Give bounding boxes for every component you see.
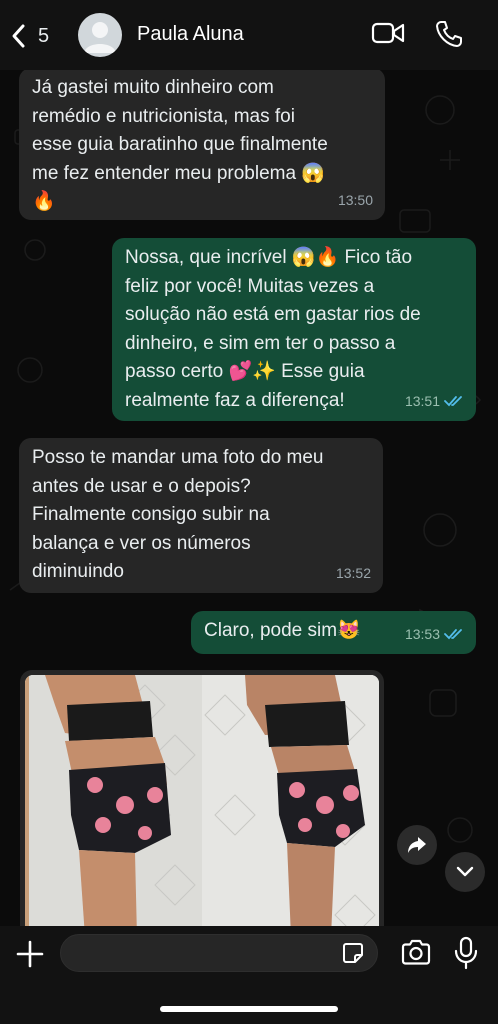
message-text: Posso te mandar uma foto do meu antes de… [32, 447, 324, 582]
avatar[interactable] [78, 13, 122, 57]
camera-icon[interactable] [400, 938, 432, 968]
forward-button[interactable] [397, 825, 437, 865]
outgoing-message[interactable]: Nossa, que incrível 😱🔥 Fico tão feliz po… [112, 238, 476, 421]
microphone-icon[interactable] [452, 936, 480, 970]
message-time: 13:50 [337, 191, 373, 208]
back-button[interactable]: 5 [8, 18, 68, 54]
message-input[interactable] [75, 941, 339, 967]
read-receipt-icon [444, 395, 464, 407]
message-text: Já gastei muito dinheiro com remédio e n… [32, 77, 328, 212]
outgoing-message[interactable]: Claro, pode sim😻 13:53 [191, 611, 476, 654]
message-meta: 13:53 [405, 620, 464, 649]
read-receipt-icon [444, 628, 464, 640]
sticker-icon[interactable] [341, 941, 365, 965]
message-time: 13:52 [335, 564, 371, 581]
default-avatar-icon [84, 22, 116, 53]
video-call-icon[interactable] [371, 20, 405, 46]
incoming-message[interactable]: Já gastei muito dinheiro com remédio e n… [19, 70, 385, 220]
plus-icon[interactable] [14, 938, 46, 970]
message-input-wrapper[interactable] [60, 934, 378, 972]
photo-message[interactable] [20, 670, 384, 926]
contact-name[interactable]: Paula Aluna [137, 23, 244, 46]
before-after-photo[interactable] [25, 675, 379, 926]
chevron-left-icon [12, 24, 25, 48]
message-time: 13:53 [404, 625, 440, 642]
scroll-to-bottom-button[interactable] [445, 852, 485, 892]
message-composer [0, 926, 498, 1024]
chat-header: 5 Paula Aluna [0, 0, 498, 71]
before-after-image [25, 675, 379, 926]
incoming-message[interactable]: Posso te mandar uma foto do meu antes de… [19, 438, 383, 593]
forward-icon [408, 837, 426, 853]
chat-area[interactable]: Já gastei muito dinheiro com remédio e n… [0, 70, 498, 926]
chevron-down-icon [456, 866, 474, 877]
message-meta: 13:51 [405, 387, 464, 416]
message-time: 13:51 [404, 392, 440, 409]
phone-call-icon[interactable] [434, 19, 464, 49]
home-indicator [160, 1006, 338, 1012]
unread-count: 5 [38, 24, 50, 47]
